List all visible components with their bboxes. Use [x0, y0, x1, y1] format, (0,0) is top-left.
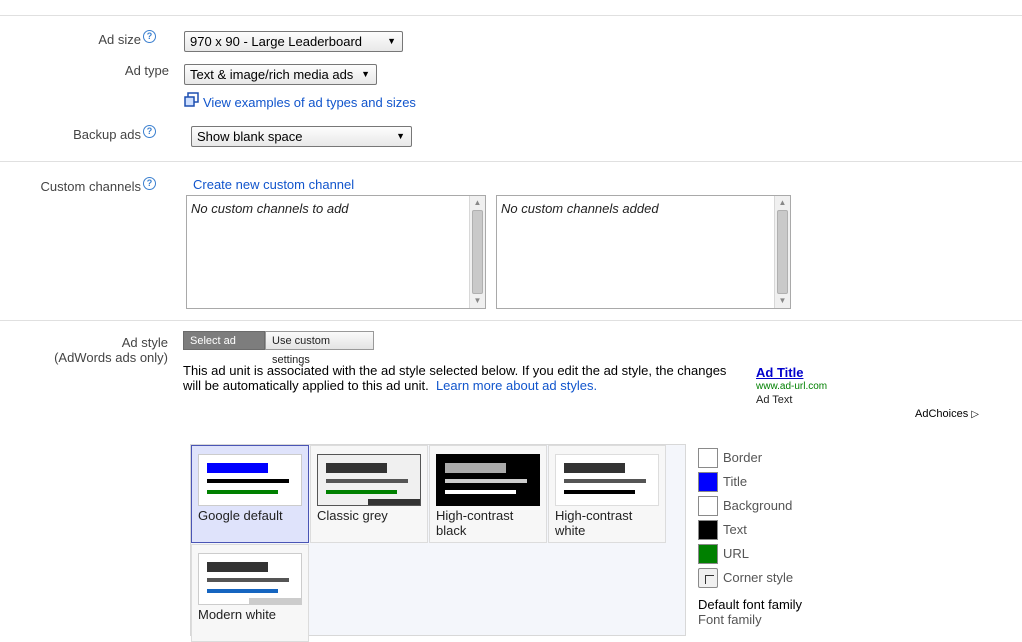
- divider: [0, 15, 1022, 16]
- adchoices-text: AdChoices: [915, 408, 969, 420]
- ad-type-select[interactable]: Text & image/rich media ads ▼: [184, 64, 377, 85]
- custom-channels-label-text: Custom channels: [40, 179, 141, 194]
- style-name: High-contrast white: [555, 508, 633, 538]
- empty-list-text: No custom channels to add: [191, 201, 349, 216]
- tab-custom-settings[interactable]: Use custom settings: [265, 331, 374, 366]
- dropdown-arrow-icon: ▼: [387, 36, 396, 46]
- preview-ad-url: www.ad-url.com: [756, 381, 828, 392]
- font-family-heading: Default font family: [698, 597, 803, 612]
- adchoices-icon: ▷: [971, 409, 979, 420]
- ad-style-description: This ad unit is associated with the ad s…: [183, 363, 743, 393]
- help-icon[interactable]: ?: [143, 30, 156, 43]
- ad-size-value: 970 x 90 - Large Leaderboard: [190, 34, 363, 49]
- create-channel-link[interactable]: Create new custom channel: [193, 177, 354, 192]
- dropdown-arrow-icon: ▼: [361, 69, 370, 79]
- learn-more-link[interactable]: Learn more about ad styles.: [436, 378, 597, 393]
- border-color-label: Border: [723, 450, 763, 465]
- tab-select-ad-style[interactable]: Select ad style: [183, 331, 265, 366]
- corner-icon: [705, 575, 714, 584]
- ad-size-label: Ad size?: [60, 30, 156, 47]
- style-preview: [198, 553, 302, 605]
- preview-ad-title[interactable]: Ad Title: [756, 365, 803, 380]
- description-text: will be automatically applied to this ad…: [183, 378, 429, 393]
- divider: [0, 161, 1022, 162]
- help-icon[interactable]: ?: [143, 125, 156, 138]
- text-color-label: Text: [723, 522, 747, 537]
- added-channels-list[interactable]: No custom channels added ▲ ▼: [496, 195, 791, 309]
- style-preview: [436, 454, 540, 506]
- ad-style-label: Ad style: [121, 335, 168, 350]
- scroll-up-icon[interactable]: ▲: [470, 196, 485, 210]
- text-color-swatch[interactable]: [698, 520, 718, 540]
- available-channels-list[interactable]: No custom channels to add ▲ ▼: [186, 195, 486, 309]
- ad-type-label: Ad type: [124, 63, 169, 78]
- style-name: Modern white: [198, 607, 277, 622]
- empty-list-text: No custom channels added: [501, 201, 659, 216]
- url-color-label: URL: [723, 546, 750, 561]
- divider: [0, 320, 1022, 321]
- view-examples-link[interactable]: View examples of ad types and sizes: [203, 95, 416, 110]
- backup-ads-value: Show blank space: [197, 129, 303, 144]
- scrollbar[interactable]: ▲ ▼: [774, 196, 790, 308]
- title-color-swatch[interactable]: [698, 472, 718, 492]
- help-icon[interactable]: ?: [143, 177, 156, 190]
- description-text: This ad unit is associated with the ad s…: [183, 363, 727, 378]
- style-tile-high-contrast-black[interactable]: High-contrast black: [429, 445, 547, 543]
- title-color-label: Title: [723, 474, 748, 489]
- custom-channels-label: Custom channels?: [30, 177, 156, 194]
- ad-style-sublabel: (AdWords ads only): [54, 350, 168, 365]
- style-name: Classic grey: [317, 508, 388, 523]
- dropdown-arrow-icon: ▼: [396, 131, 405, 141]
- scroll-down-icon[interactable]: ▼: [775, 294, 790, 308]
- backup-ads-label-text: Backup ads: [73, 127, 141, 142]
- corner-style-swatch[interactable]: [698, 568, 718, 588]
- style-tile-high-contrast-white[interactable]: High-contrast white: [548, 445, 666, 543]
- backup-ads-label: Backup ads?: [60, 125, 156, 142]
- adchoices-label[interactable]: AdChoices ▷: [915, 408, 979, 420]
- border-color-swatch[interactable]: [698, 448, 718, 468]
- style-name: Google default: [198, 508, 283, 523]
- style-tile-classic-grey[interactable]: Classic grey: [310, 445, 428, 543]
- scrollbar[interactable]: ▲ ▼: [469, 196, 485, 308]
- scrollbar-thumb[interactable]: [472, 210, 483, 294]
- style-preview: [317, 454, 421, 506]
- font-family-label: Font family: [698, 612, 762, 627]
- url-color-swatch[interactable]: [698, 544, 718, 564]
- corner-style-label: Corner style: [723, 570, 794, 585]
- ad-size-label-text: Ad size: [98, 32, 141, 47]
- style-preview: [555, 454, 659, 506]
- style-tile-google-default[interactable]: Google default: [191, 445, 309, 543]
- external-window-icon: [184, 92, 199, 107]
- scroll-up-icon[interactable]: ▲: [775, 196, 790, 210]
- style-tile-modern-white[interactable]: Modern white: [191, 544, 309, 642]
- ad-size-select[interactable]: 970 x 90 - Large Leaderboard ▼: [184, 31, 403, 52]
- backup-ads-select[interactable]: Show blank space ▼: [191, 126, 412, 147]
- scroll-down-icon[interactable]: ▼: [470, 294, 485, 308]
- background-color-swatch[interactable]: [698, 496, 718, 516]
- style-preview: [198, 454, 302, 506]
- background-color-label: Background: [723, 498, 793, 513]
- ad-type-value: Text & image/rich media ads: [190, 67, 354, 82]
- scrollbar-thumb[interactable]: [777, 210, 788, 294]
- preview-ad-text: Ad Text: [756, 394, 793, 406]
- style-name: High-contrast black: [436, 508, 514, 538]
